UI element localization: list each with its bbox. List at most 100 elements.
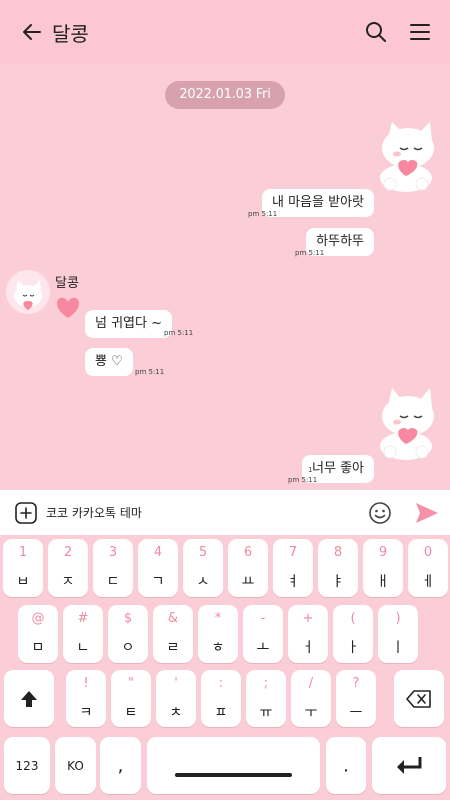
letter-key[interactable]: 6ㅛ bbox=[228, 539, 268, 597]
key-hint: 6 bbox=[243, 545, 253, 560]
letter-key[interactable]: $ ㅇ bbox=[108, 605, 148, 663]
letter-key[interactable]: 3ㄷ bbox=[93, 539, 133, 597]
key-hint: ? bbox=[352, 676, 360, 691]
letter-key[interactable]: & ㄹ bbox=[153, 605, 193, 663]
letter-key[interactable]: 4ㄱ bbox=[138, 539, 178, 597]
key-label: ㅗ bbox=[256, 640, 270, 656]
letter-key[interactable]: 7ㅕ bbox=[273, 539, 313, 597]
letter-key[interactable]: 9ㅐ bbox=[363, 539, 403, 597]
key-label: ㅜ bbox=[304, 705, 318, 721]
avatar[interactable] bbox=[6, 270, 50, 314]
key-hint: 2 bbox=[63, 545, 73, 560]
key-hint: / bbox=[308, 676, 314, 691]
space-key[interactable] bbox=[147, 737, 320, 794]
key-label: ㅎ bbox=[211, 640, 225, 656]
back-arrow-icon[interactable] bbox=[20, 20, 44, 44]
letter-key[interactable]: 5ㅅ bbox=[183, 539, 223, 597]
period-key[interactable]: . bbox=[326, 737, 366, 794]
letter-key[interactable]: :ㅍ bbox=[201, 670, 241, 727]
letter-key[interactable]: ) ㅣ bbox=[378, 605, 418, 663]
keyboard: 123 KO , . 1 ㅂ 2 ㅈ 3 ㄷ 4 ㄱ 5 ㅅ 6 ㅛ 7 ㅕ 8 ㅑ 9 ㅐ 0 ㅔ @ ㅁ # ㄴ $ ㅇ & ㄹ *… bbox=[0, 535, 450, 800]
key-hint: ) bbox=[395, 611, 401, 626]
backspace-key[interactable] bbox=[394, 670, 444, 727]
letter-key[interactable]: -ㅗ bbox=[243, 605, 283, 663]
key-label: ㄴ bbox=[76, 640, 90, 656]
plus-box-icon[interactable] bbox=[14, 501, 38, 525]
key-hint: 0 bbox=[423, 545, 433, 560]
letter-key[interactable]: * ㅎ bbox=[198, 605, 238, 663]
key-label: ㅇ bbox=[121, 640, 135, 656]
key-label: ㅣ bbox=[391, 640, 405, 656]
letter-key[interactable]: ; ㅠ bbox=[246, 670, 286, 727]
key-label: ㅈ bbox=[61, 574, 75, 590]
letter-key[interactable]: " ㅌ bbox=[111, 670, 151, 727]
letter-key[interactable]: ? ㅡ bbox=[336, 670, 376, 727]
key-label: ㅕ bbox=[286, 574, 300, 590]
letter-key[interactable]: ' ㅊ bbox=[156, 670, 196, 727]
letter-key[interactable]: 1ㅂ bbox=[3, 539, 43, 597]
key-hint: * bbox=[214, 611, 222, 626]
letter-key[interactable]: + ㅓ bbox=[288, 605, 328, 663]
enter-key[interactable] bbox=[372, 737, 446, 794]
chat-title: 달콩 bbox=[52, 22, 89, 46]
key-label: ㅑ bbox=[331, 574, 345, 590]
language-key[interactable]: KO bbox=[55, 737, 96, 794]
letter-key[interactable]: 2ㅈ bbox=[48, 539, 88, 597]
message-time: pm 5:11 bbox=[164, 329, 194, 337]
backspace-icon bbox=[406, 689, 431, 708]
send-icon[interactable] bbox=[414, 501, 440, 525]
key-hint: ' bbox=[174, 676, 178, 691]
key-label: ㄹ bbox=[166, 640, 180, 656]
key-label: ㅡ bbox=[349, 705, 363, 721]
key-label: ㅂ bbox=[16, 574, 30, 590]
key-hint: - bbox=[260, 611, 266, 626]
letter-key[interactable]: (ㅏ bbox=[333, 605, 373, 663]
key-label: ㅔ bbox=[421, 574, 435, 590]
heart-sticker[interactable] bbox=[54, 296, 82, 320]
key-hint: 1 bbox=[18, 545, 28, 560]
key-label: ㅌ bbox=[124, 705, 138, 721]
message-input[interactable]: 코코 카카오톡 테마 bbox=[46, 504, 142, 521]
key-hint: @ bbox=[31, 611, 45, 626]
key-label: ㄷ bbox=[106, 574, 120, 590]
key-label: ㅊ bbox=[169, 705, 183, 721]
message-bubble[interactable]: 뿅 ♡ bbox=[85, 348, 133, 376]
emoji-icon[interactable] bbox=[368, 501, 392, 525]
letter-key[interactable]: / ㅜ bbox=[291, 670, 331, 727]
letter-key[interactable]: ! ㅋ bbox=[66, 670, 106, 727]
key-hint: # bbox=[77, 611, 89, 626]
cat-avatar-icon bbox=[14, 280, 42, 310]
key-label: ㅅ bbox=[196, 574, 210, 590]
key-hint: ! bbox=[83, 676, 89, 691]
letter-key[interactable]: 8ㅑ bbox=[318, 539, 358, 597]
key-hint: 4 bbox=[153, 545, 163, 560]
message-bubble[interactable]: 넘 귀엽다 ~ bbox=[85, 310, 172, 338]
key-label: ㅠ bbox=[259, 705, 273, 721]
key-label: ㅍ bbox=[214, 705, 228, 721]
enter-icon bbox=[397, 756, 422, 774]
key-hint: 9 bbox=[378, 545, 388, 560]
key-label: ㅐ bbox=[376, 574, 390, 590]
message-bubble[interactable]: 내 마음을 받아랏 bbox=[262, 189, 374, 217]
search-icon[interactable] bbox=[364, 20, 388, 44]
key-hint: 7 bbox=[288, 545, 298, 560]
key-hint: 5 bbox=[198, 545, 208, 560]
cat-heart-sticker[interactable] bbox=[370, 118, 442, 194]
unread-count: 1 bbox=[308, 466, 313, 474]
cat-heart-sticker[interactable] bbox=[370, 382, 442, 462]
chat-header: 달콩 bbox=[0, 0, 450, 64]
key-label: ㅓ bbox=[301, 640, 315, 656]
shift-key[interactable] bbox=[4, 670, 54, 727]
comma-key[interactable]: , bbox=[100, 737, 141, 794]
key-hint: 3 bbox=[108, 545, 118, 560]
menu-icon[interactable] bbox=[408, 20, 432, 44]
key-label: ㄱ bbox=[151, 574, 165, 590]
shift-icon bbox=[21, 690, 37, 707]
letter-key[interactable]: @ ㅁ bbox=[18, 605, 58, 663]
date-separator: 2022.01.03 Fri bbox=[165, 81, 285, 109]
key-hint: $ bbox=[123, 611, 133, 626]
letter-key[interactable]: # ㄴ bbox=[63, 605, 103, 663]
letter-key[interactable]: 0ㅔ bbox=[408, 539, 448, 597]
number-mode-key[interactable]: 123 bbox=[4, 737, 50, 794]
key-label: ㅏ bbox=[346, 640, 360, 656]
